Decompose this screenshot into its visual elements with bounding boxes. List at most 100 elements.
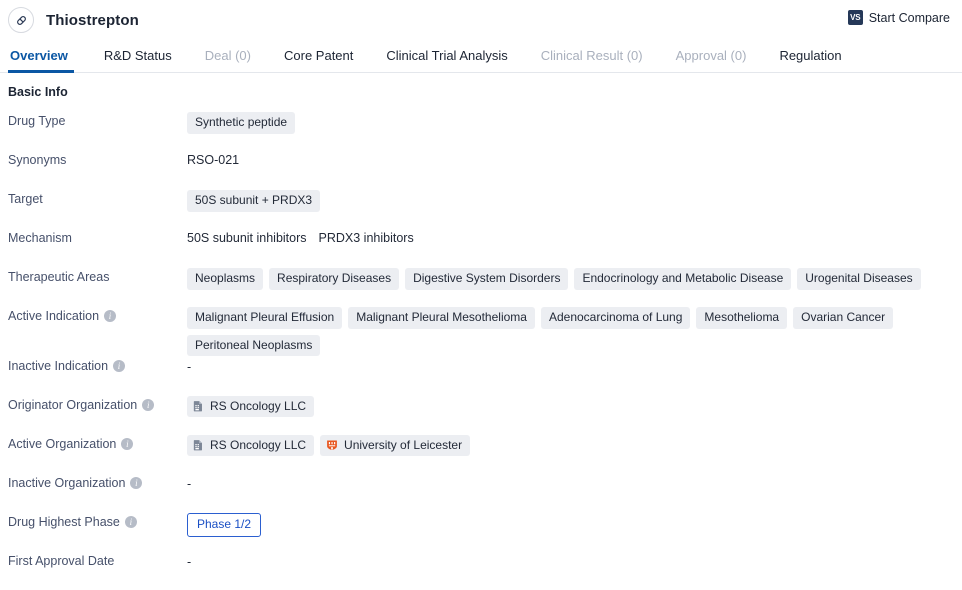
tag[interactable]: Neoplasms [187,268,263,290]
tag[interactable]: Digestive System Disorders [405,268,568,290]
page-title: Thiostrepton [46,12,139,29]
overview-content: Basic Info Drug Type Synthetic peptide S… [0,73,962,590]
label-text: Mechanism [8,231,72,245]
organization-name: RS Oncology LLC [210,438,306,452]
label-text: Drug Type [8,114,65,128]
field-row-target: Target 50S subunit + PRDX3 [0,189,962,228]
capsule-pill-icon [8,7,34,33]
empty-value: - [187,474,191,491]
empty-value: - [187,552,191,569]
empty-value: - [187,357,191,374]
organization-tag[interactable]: University of Leicester [320,435,470,456]
label-text: First Approval Date [8,554,114,568]
tag[interactable]: Respiratory Diseases [269,268,399,290]
mechanism-list: 50S subunit inhibitors PRDX3 inhibitors [187,229,414,246]
label-text: Inactive Organization [8,476,125,490]
tab-overview[interactable]: Overview [8,48,74,72]
tab-bar: Overview R&D Status Deal (0) Core Patent… [0,40,962,73]
label-text: Therapeutic Areas [8,270,109,284]
field-value-first-approval-date: - [187,551,962,569]
field-value-mechanism: 50S subunit inhibitors PRDX3 inhibitors [187,228,962,246]
label-text: Target [8,192,43,206]
tab-clinical-trial-analysis[interactable]: Clinical Trial Analysis [376,48,517,72]
organization-name: University of Leicester [344,438,462,452]
start-compare-button[interactable]: VS Start Compare [848,10,950,25]
synonyms-text: RSO-021 [187,151,239,168]
field-label-inactive-indication: Inactive Indication i [8,356,187,373]
field-label-target: Target [8,189,187,206]
field-label-therapeutic-areas: Therapeutic Areas [8,267,187,284]
start-compare-label: Start Compare [869,11,950,25]
tab-clinical-result[interactable]: Clinical Result (0) [531,48,653,72]
mechanism-item: PRDX3 inhibitors [319,232,414,246]
company-building-icon [193,400,204,412]
organization-name: RS Oncology LLC [210,399,306,413]
info-icon[interactable]: i [121,438,133,450]
mechanism-item: 50S subunit inhibitors [187,232,307,246]
field-row-synonyms: Synonyms RSO-021 [0,150,962,189]
field-row-inactive-indication: Inactive Indication i - [0,356,962,395]
field-row-active-indication: Active Indication i Malignant Pleural Ef… [0,306,962,356]
field-label-active-organization: Active Organization i [8,434,187,451]
field-value-synonyms: RSO-021 [187,150,962,168]
field-label-drug-type: Drug Type [8,111,187,128]
field-label-drug-highest-phase: Drug Highest Phase i [8,512,187,529]
field-value-target: 50S subunit + PRDX3 [187,189,962,212]
field-row-therapeutic-areas: Therapeutic Areas Neoplasms Respiratory … [0,267,962,306]
label-text: Active Organization [8,437,116,451]
field-value-drug-type: Synthetic peptide [187,111,962,134]
field-row-inactive-organization: Inactive Organization i - [0,473,962,512]
tab-regulation[interactable]: Regulation [769,48,851,72]
field-value-inactive-organization: - [187,473,962,491]
tag[interactable]: Ovarian Cancer [793,307,893,329]
tab-approval[interactable]: Approval (0) [666,48,757,72]
phase-badge[interactable]: Phase 1/2 [187,513,261,537]
field-value-active-organization: RS Oncology LLC University of Leicester [187,434,962,456]
info-icon[interactable]: i [142,399,154,411]
field-label-inactive-organization: Inactive Organization i [8,473,187,490]
field-row-drug-highest-phase: Drug Highest Phase i Phase 1/2 [0,512,962,551]
tag[interactable]: Urogenital Diseases [797,268,920,290]
field-row-active-organization: Active Organization i RS Oncology LLC [0,434,962,473]
tag[interactable]: Malignant Pleural Effusion [187,307,342,329]
tag[interactable]: Adenocarcinoma of Lung [541,307,690,329]
section-title-basic-info: Basic Info [0,85,962,99]
field-row-first-approval-date: First Approval Date - [0,551,962,590]
label-text: Inactive Indication [8,359,108,373]
company-building-icon [193,439,204,451]
label-text: Synonyms [8,153,66,167]
tab-deal[interactable]: Deal (0) [195,48,261,72]
label-text: Active Indication [8,309,99,323]
field-value-active-indication: Malignant Pleural Effusion Malignant Ple… [187,306,962,356]
info-icon[interactable]: i [125,516,137,528]
organization-tag[interactable]: RS Oncology LLC [187,435,314,456]
tag[interactable]: Synthetic peptide [187,112,295,134]
field-label-first-approval-date: First Approval Date [8,551,187,568]
organization-tag[interactable]: RS Oncology LLC [187,396,314,417]
tag[interactable]: Malignant Pleural Mesothelioma [348,307,535,329]
field-label-mechanism: Mechanism [8,228,187,245]
tab-rd-status[interactable]: R&D Status [94,48,182,72]
tag[interactable]: Endocrinology and Metabolic Disease [574,268,791,290]
field-label-active-indication: Active Indication i [8,306,187,323]
label-text: Drug Highest Phase [8,515,120,529]
info-icon[interactable]: i [130,477,142,489]
field-value-drug-highest-phase: Phase 1/2 [187,512,962,537]
university-shield-icon [326,439,338,451]
tag[interactable]: Mesothelioma [696,307,787,329]
page-header: Thiostrepton VS Start Compare [0,0,962,40]
tab-core-patent[interactable]: Core Patent [274,48,363,72]
label-text: Originator Organization [8,398,137,412]
tag[interactable]: Peritoneal Neoplasms [187,335,320,357]
field-value-therapeutic-areas: Neoplasms Respiratory Diseases Digestive… [187,267,962,290]
info-icon[interactable]: i [104,310,116,322]
field-row-drug-type: Drug Type Synthetic peptide [0,111,962,150]
info-icon[interactable]: i [113,360,125,372]
tag[interactable]: 50S subunit + PRDX3 [187,190,320,212]
field-label-originator-organization: Originator Organization i [8,395,187,412]
field-value-inactive-indication: - [187,356,962,374]
vs-icon: VS [848,10,863,25]
field-value-originator-organization: RS Oncology LLC [187,395,962,417]
field-label-synonyms: Synonyms [8,150,187,167]
field-row-originator-organization: Originator Organization i RS Oncology [0,395,962,434]
